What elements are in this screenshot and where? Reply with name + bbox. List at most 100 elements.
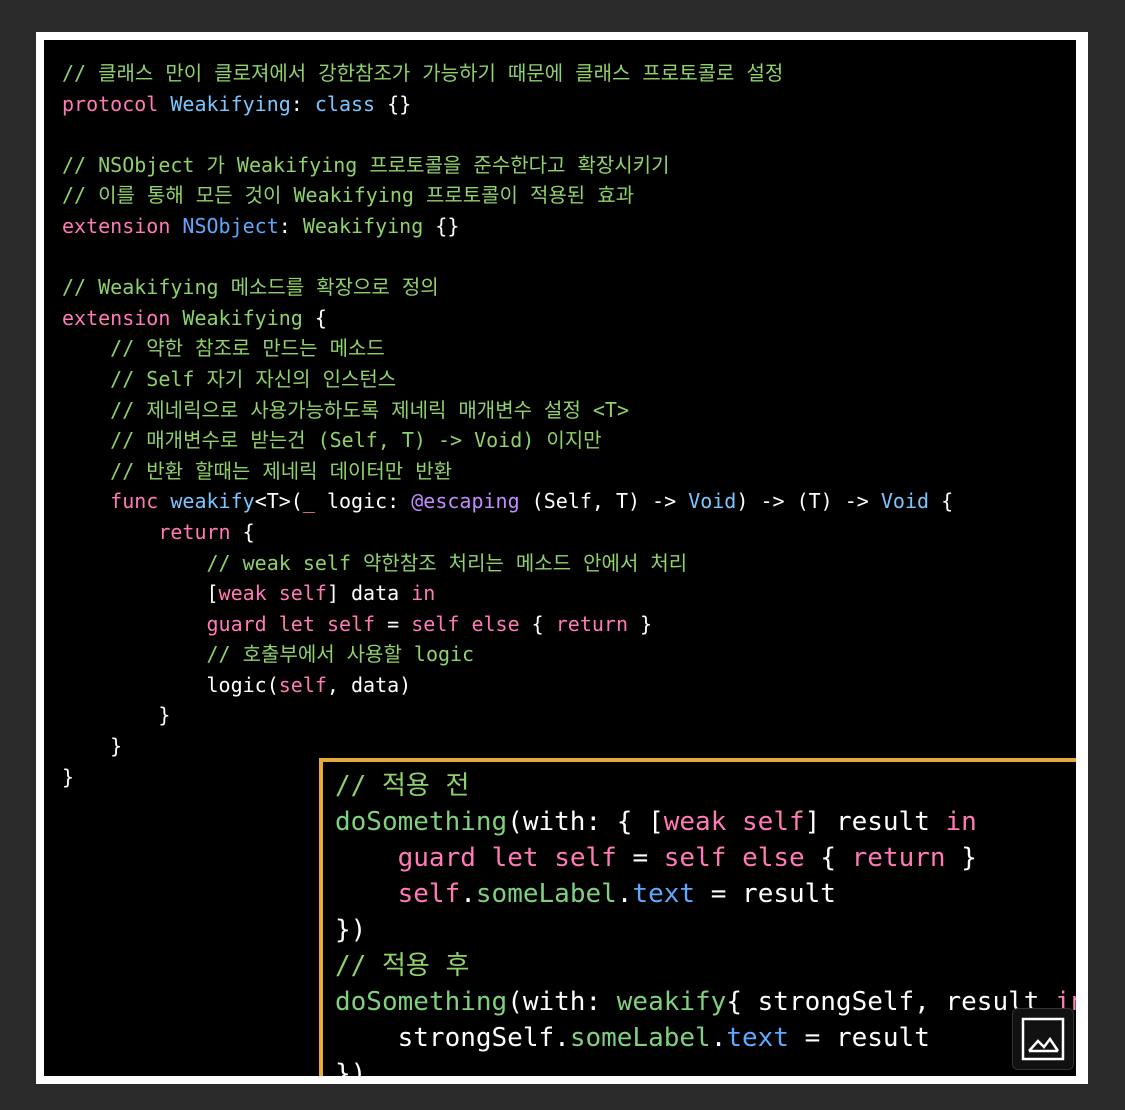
code-token: // 약한 참조로 만드는 메소드 bbox=[62, 336, 385, 361]
code-token: <T>( bbox=[254, 489, 303, 514]
code-token: Void bbox=[688, 489, 737, 514]
code-token: // 제네릭으로 사용가능하도록 제네릭 매개변수 설정 <T> bbox=[62, 397, 630, 422]
code-token: self bbox=[663, 843, 727, 873]
code-token: someLabel bbox=[475, 879, 617, 909]
main-code-line: // 호출부에서 사용할 logic bbox=[62, 639, 953, 670]
main-code-line: return { bbox=[62, 517, 953, 548]
code-token: text bbox=[632, 879, 696, 909]
main-code-line: // 클래스 만이 클로져에서 강한참조가 가능하기 때문에 클래스 프로토콜로… bbox=[62, 58, 953, 89]
code-token: guard bbox=[397, 843, 476, 873]
code-token: self bbox=[742, 807, 805, 837]
main-code-line bbox=[62, 119, 953, 150]
code-token: weak bbox=[663, 807, 727, 837]
usage-example-panel: // 적용 전 doSomething(with: { [weak self] r… bbox=[319, 758, 1076, 1076]
inset-code-line: self.someLabel.text = result bbox=[335, 876, 1076, 912]
code-token: : bbox=[290, 91, 315, 116]
code-token: protocol bbox=[62, 91, 159, 116]
code-token: , data) bbox=[326, 672, 412, 697]
main-code-block: // 클래스 만이 클로져에서 강한참조가 가능하기 때문에 클래스 프로토콜로… bbox=[62, 58, 953, 792]
inset-code-line: }) bbox=[335, 1056, 1076, 1076]
code-token: = result bbox=[788, 1023, 930, 1053]
code-token: return bbox=[555, 611, 628, 636]
code-token: Weakifying bbox=[302, 213, 424, 238]
code-token: ] data bbox=[326, 581, 412, 606]
code-token: } bbox=[62, 703, 171, 728]
code-token: = bbox=[375, 611, 412, 636]
code-token: doSomething bbox=[335, 807, 508, 837]
code-token: return bbox=[158, 519, 231, 544]
code-token: // weak self 약한참조 처리는 메소드 안에서 처리 bbox=[62, 550, 688, 575]
main-code-line: guard let self = self else { return } bbox=[62, 609, 953, 640]
code-token: // 적용 전 bbox=[335, 771, 470, 801]
inset-code-line: doSomething(with: { [weak self] result i… bbox=[335, 804, 1076, 840]
code-token: // Self 자기 자신의 인스턴스 bbox=[62, 366, 397, 391]
main-code-line: // 제네릭으로 사용가능하도록 제네릭 매개변수 설정 <T> bbox=[62, 395, 953, 426]
code-token: @escaping bbox=[411, 489, 520, 514]
code-token: (with: { [ bbox=[507, 807, 664, 837]
code-token: return bbox=[851, 843, 946, 873]
inset-code-line: guard let self = self else { return } bbox=[335, 840, 1076, 876]
code-token: self bbox=[554, 843, 617, 873]
code-token: strongSelf. bbox=[335, 1023, 570, 1053]
code-token: // 매개변수로 받는건 (Self, T) -> Void) 이지만 bbox=[62, 428, 602, 453]
code-token: { bbox=[804, 843, 852, 873]
code-token: self bbox=[326, 611, 376, 636]
code-token: Void bbox=[880, 489, 930, 514]
main-code-line: // Self 자기 자신의 인스턴스 bbox=[62, 364, 953, 395]
inset-code-line: }) bbox=[335, 912, 1076, 948]
code-token: weakify bbox=[616, 987, 727, 1017]
code-token: self bbox=[278, 581, 327, 606]
main-code-line: logic(self, data) bbox=[62, 670, 953, 701]
code-token: else bbox=[471, 611, 520, 636]
code-token: (with: bbox=[507, 987, 617, 1017]
code-token: self bbox=[411, 611, 460, 636]
code-token: // 이를 통해 모든 것이 Weakifying 프로토콜이 적용된 효과 bbox=[62, 183, 635, 208]
image-view-button[interactable] bbox=[1012, 1008, 1074, 1070]
main-code-line: // 매개변수로 받는건 (Self, T) -> Void) 이지만 bbox=[62, 425, 953, 456]
code-token: {} bbox=[375, 91, 412, 116]
main-code-line: // weak self 약한참조 처리는 메소드 안에서 처리 bbox=[62, 548, 953, 579]
code-token: _ bbox=[302, 489, 315, 514]
code-token: class bbox=[314, 91, 376, 116]
code-token: let bbox=[491, 843, 539, 873]
code-token: } bbox=[62, 764, 75, 789]
code-token: // 반환 할때는 제네릭 데이터만 반환 bbox=[62, 458, 453, 483]
code-token: [ bbox=[62, 581, 219, 606]
code-token: text bbox=[726, 1023, 789, 1053]
code-token: (Self, T) -> bbox=[519, 489, 689, 514]
inset-code-line: // 적용 전 bbox=[335, 768, 1076, 804]
code-token: = result bbox=[695, 879, 836, 909]
main-code-line: func weakify<T>(_ logic: @escaping (Self… bbox=[62, 486, 953, 517]
code-token: guard bbox=[206, 611, 267, 636]
inset-code-line: doSomething(with: weakify{ strongSelf, r… bbox=[335, 984, 1076, 1020]
code-token: func bbox=[110, 489, 159, 514]
code-token: { bbox=[519, 611, 556, 636]
code-token: . bbox=[710, 1023, 727, 1053]
main-code-line: // 약한 참조로 만드는 메소드 bbox=[62, 333, 953, 364]
code-token: // NSObject 가 Weakifying 프로토콜을 준수한다고 확장시… bbox=[62, 152, 670, 177]
code-token: } bbox=[62, 734, 123, 759]
main-code-line: // 이를 통해 모든 것이 Weakifying 프로토콜이 적용된 효과 bbox=[62, 180, 953, 211]
code-token: self bbox=[278, 672, 327, 697]
code-token: extension bbox=[62, 213, 171, 238]
code-token: doSomething bbox=[335, 987, 508, 1017]
code-token: in bbox=[411, 581, 436, 606]
usage-code-block: // 적용 전 doSomething(with: { [weak self] r… bbox=[335, 768, 1076, 1076]
main-code-line: extension NSObject: Weakifying {} bbox=[62, 211, 953, 242]
code-token: logic( bbox=[62, 672, 279, 697]
code-token: Weakifying bbox=[170, 91, 291, 116]
code-token: Weakifying bbox=[182, 305, 303, 330]
code-token: someLabel bbox=[569, 1023, 711, 1053]
code-token: : bbox=[278, 213, 303, 238]
